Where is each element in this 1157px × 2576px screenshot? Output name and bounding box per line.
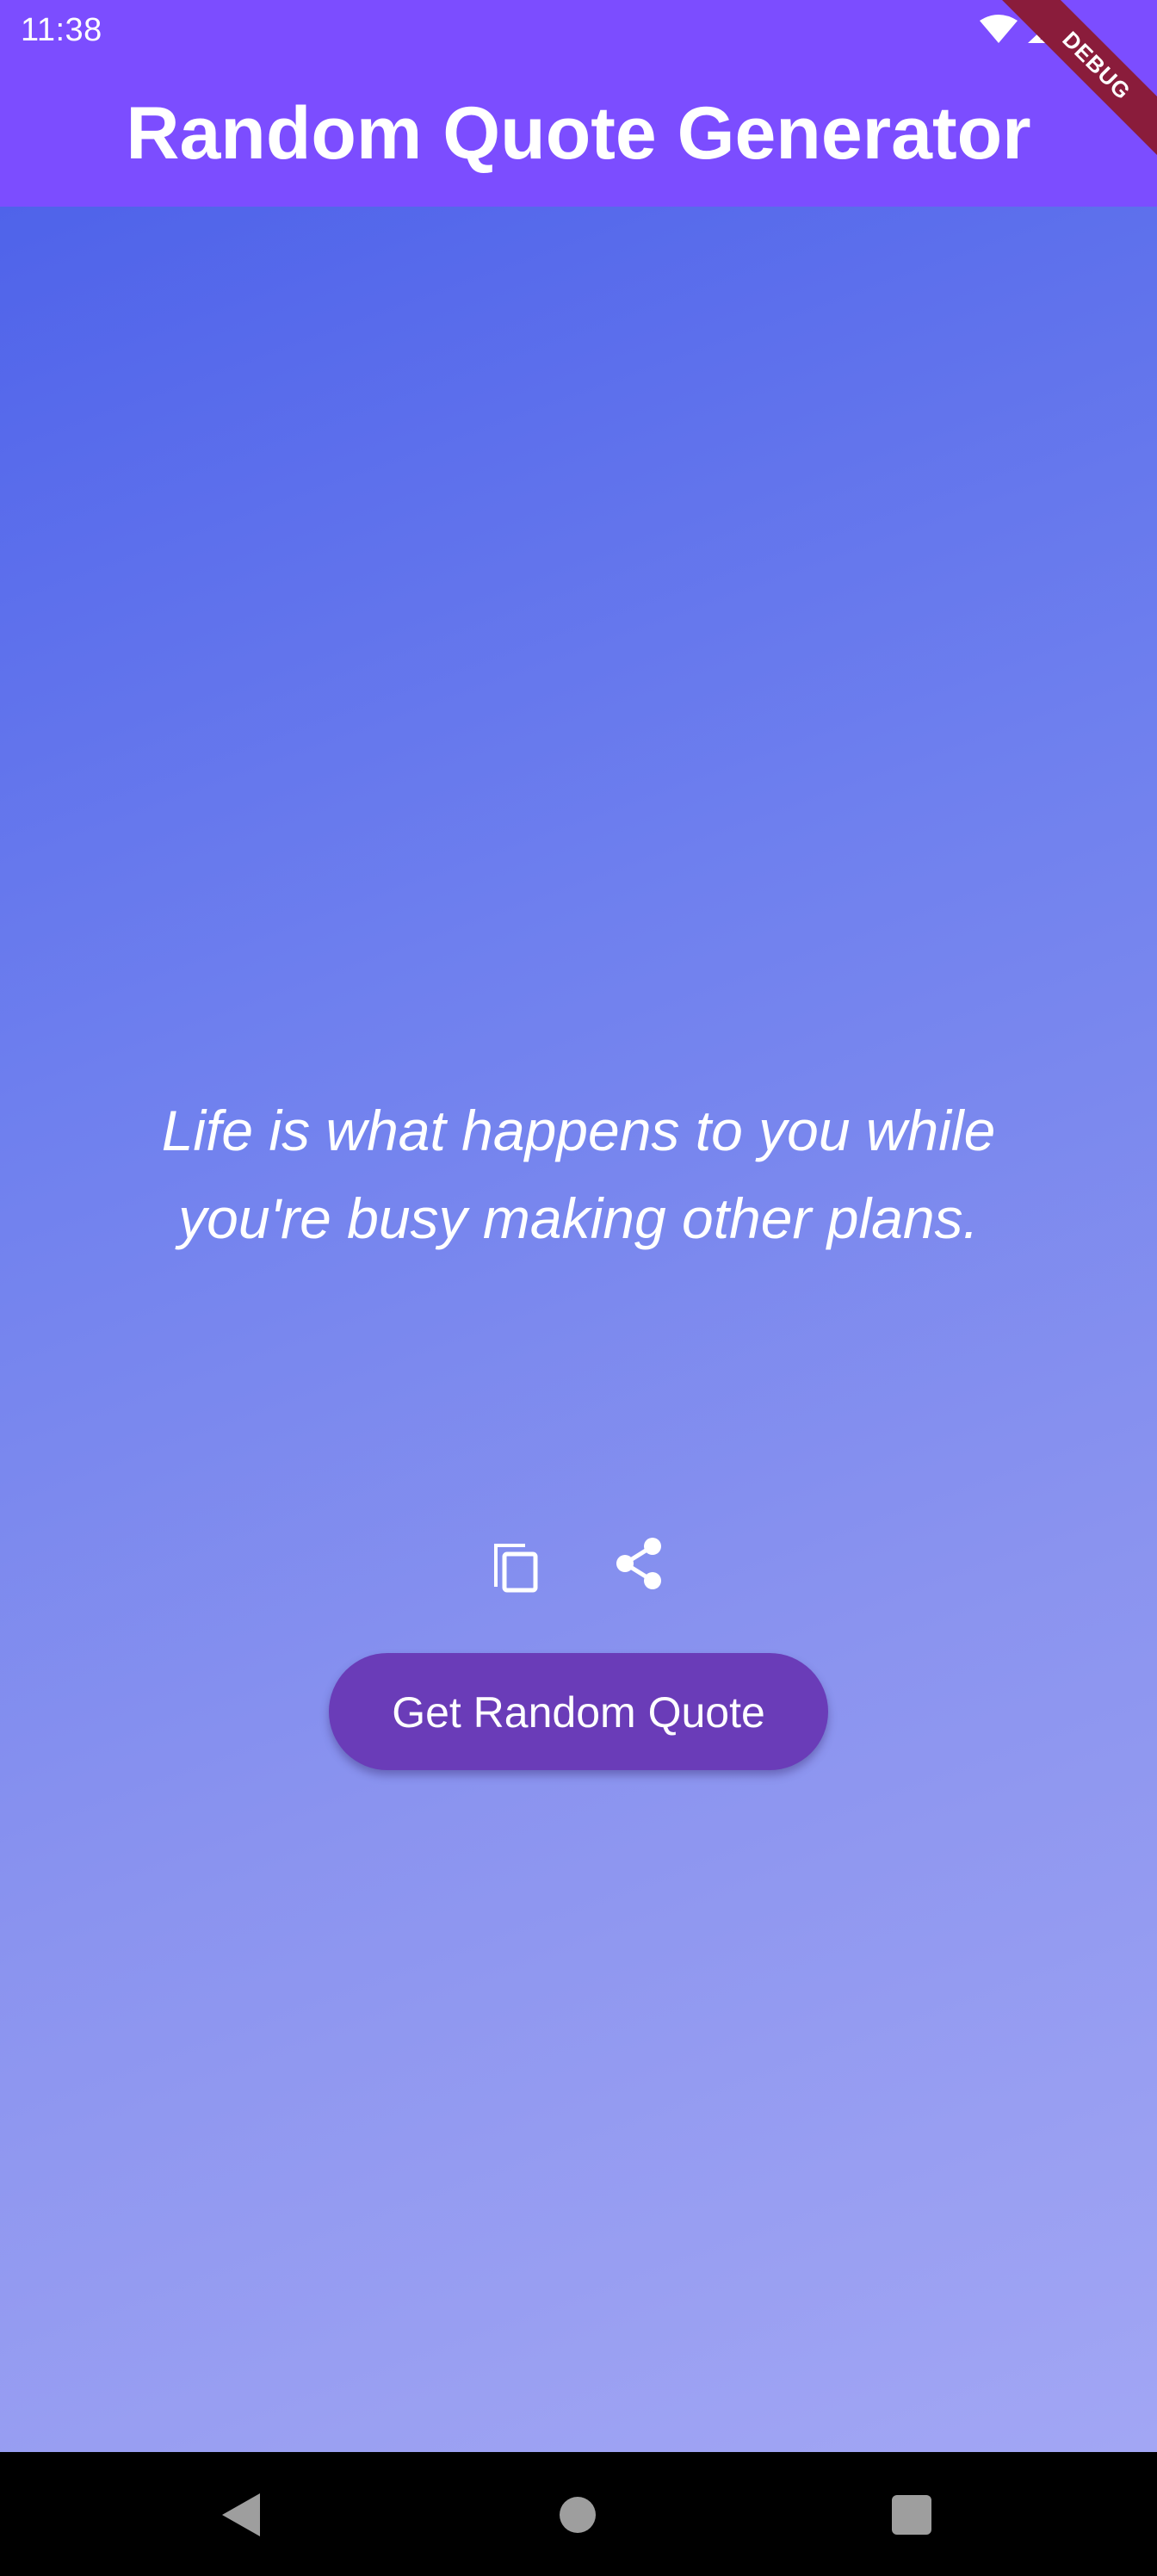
home-icon[interactable] — [560, 2497, 596, 2533]
debug-label: DEBUG — [990, 0, 1157, 172]
page-title: Random Quote Generator — [126, 92, 1031, 175]
share-icon — [616, 1538, 661, 1589]
debug-banner: DEBUG — [985, 0, 1157, 172]
quote-text: Life is what happens to you while you're… — [161, 1099, 996, 1250]
copy-button[interactable] — [480, 1529, 549, 1598]
back-icon[interactable] — [219, 2492, 262, 2538]
share-button[interactable] — [606, 1529, 675, 1598]
system-nav-bar — [0, 2452, 1157, 2576]
copy-icon — [494, 1544, 538, 1593]
main-content: Life is what happens to you while you're… — [0, 207, 1157, 2452]
status-time: 11:38 — [21, 12, 102, 48]
recent-apps-icon[interactable] — [892, 2495, 931, 2535]
app-bar: 11:38 Random Quote Generator DEBUG — [0, 0, 1157, 207]
get-random-quote-button[interactable]: Get Random Quote — [329, 1653, 828, 1770]
